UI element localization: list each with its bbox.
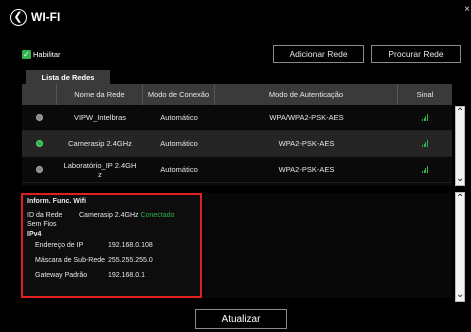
ssid-value: Camerasip 2.4GHz	[79, 212, 139, 219]
ip-value: 192.168.0.108	[108, 242, 153, 249]
chevron-up-icon[interactable]: ⌃	[456, 194, 464, 204]
info-heading: Inform. Func. Wifi	[27, 198, 87, 205]
checkbox-checked-icon[interactable]: ✓	[22, 50, 31, 59]
table-header: Nome da Rede Modo de Conexão Modo de Aut…	[22, 84, 452, 105]
chevron-down-icon[interactable]: ⌄	[456, 174, 464, 184]
info-scrollbar[interactable]: ⌃ ⌄	[455, 192, 465, 302]
auth-mode: WPA2-PSK-AES	[278, 139, 335, 148]
connection-mode: Automático	[160, 113, 198, 122]
connection-mode	[143, 183, 215, 186]
network-name: Camerasip 2.4GHz	[68, 139, 132, 148]
wifi-info-panel: Inform. Func. Wifi ID da Rede Sem Fios C…	[21, 193, 202, 298]
table-row[interactable]: VIPW_Intelbras Automático WPA/WPA2-PSK-A…	[22, 105, 452, 131]
auth-mode: WPA2-PSK-AES	[278, 165, 335, 174]
ssid-label: ID da Rede Sem Fios	[27, 212, 63, 228]
page-header: ❮ WI-FI	[10, 7, 60, 27]
column-header-connection-mode: Modo de Conexão	[143, 84, 215, 105]
network-name	[57, 183, 143, 186]
connection-status: Conectado	[140, 212, 175, 219]
ipv4-heading: IPv4	[27, 231, 42, 238]
network-list-scrollbar[interactable]: ⌃ ⌄	[455, 106, 465, 186]
subnet-mask-label: Máscara de Sub-Rede	[35, 257, 106, 264]
add-network-button[interactable]: Adicionar Rede	[273, 45, 364, 63]
gateway-label: Gateway Padrão	[35, 272, 88, 279]
auth-mode	[215, 183, 398, 186]
column-header-name: Nome da Rede	[57, 84, 143, 105]
column-header-signal: Sinal	[416, 90, 434, 99]
info-panel-background	[205, 193, 451, 298]
enable-toggle[interactable]: ✓ Habilitar	[22, 50, 61, 59]
enable-label: Habilitar	[33, 50, 61, 59]
radio-button-selected[interactable]	[36, 140, 43, 147]
radio-button[interactable]	[36, 166, 43, 173]
back-arrow-icon[interactable]: ❮	[10, 8, 27, 26]
table-row[interactable]	[22, 183, 452, 186]
chevron-down-icon[interactable]: ⌄	[456, 290, 464, 300]
signal-icon	[421, 114, 429, 121]
page-title: WI-FI	[31, 10, 61, 24]
network-table: Nome da Rede Modo de Conexão Modo de Aut…	[22, 84, 452, 186]
search-network-button[interactable]: Procurar Rede	[371, 45, 461, 63]
signal-icon	[421, 140, 429, 147]
column-header-auth-mode: Modo de Autenticação	[215, 84, 398, 105]
column-header-select	[22, 84, 57, 105]
tab-network-list[interactable]: Lista de Redes	[26, 70, 110, 84]
table-row[interactable]: Laboratório_IP 2.4GH z Automático WPA2-P…	[22, 157, 452, 183]
signal-icon	[421, 166, 429, 173]
network-name: VIPW_Intelbras	[73, 113, 127, 122]
network-name: Laboratório_IP 2.4GH z	[63, 160, 137, 179]
connection-mode: Automático	[160, 139, 198, 148]
table-row[interactable]: Camerasip 2.4GHz Automático WPA2-PSK-AES	[22, 131, 452, 157]
close-icon[interactable]: ×	[464, 4, 470, 15]
radio-button[interactable]	[36, 114, 43, 121]
gateway-value: 192.168.0.1	[108, 272, 145, 279]
connection-mode: Automático	[160, 165, 198, 174]
subnet-mask-value: 255.255.255.0	[108, 257, 153, 264]
chevron-up-icon[interactable]: ⌃	[456, 108, 464, 118]
update-button[interactable]: Atualizar	[195, 309, 287, 329]
ip-label: Endereço de IP	[35, 242, 84, 249]
auth-mode: WPA/WPA2-PSK-AES	[269, 113, 344, 122]
